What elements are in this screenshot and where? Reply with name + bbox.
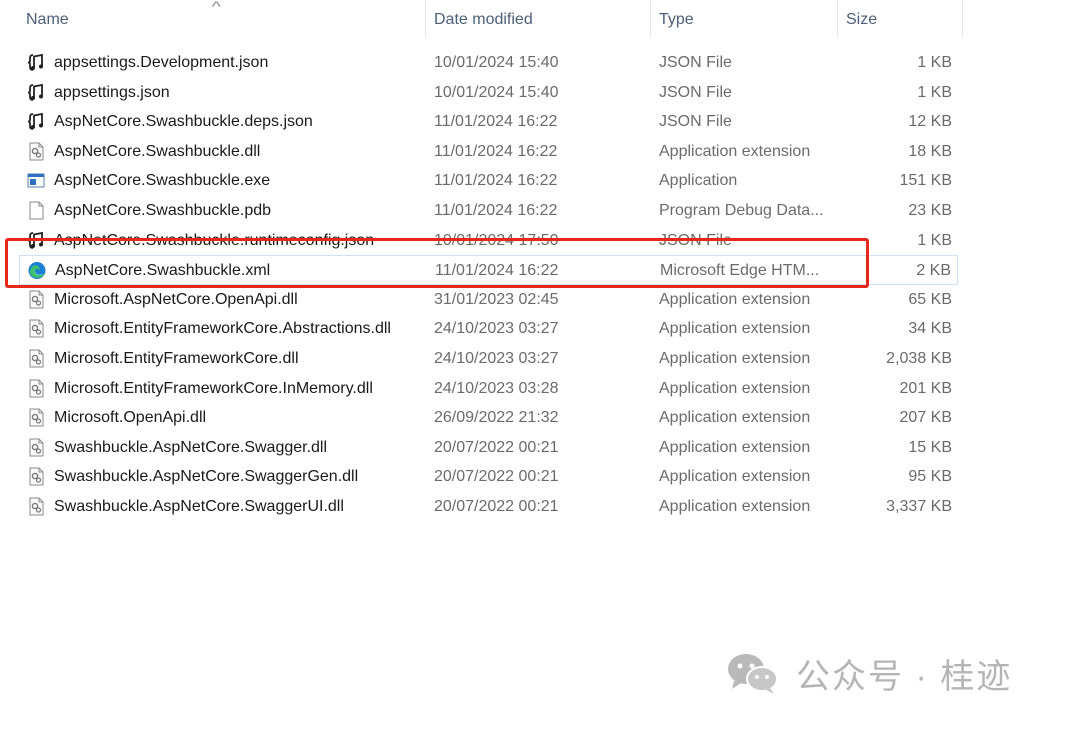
file-row[interactable]: AspNetCore.Swashbuckle.dll 11/01/2024 16:… bbox=[0, 137, 958, 167]
file-row[interactable]: Microsoft.EntityFrameworkCore.Abstractio… bbox=[0, 314, 958, 344]
dll-file-icon bbox=[27, 349, 45, 368]
file-date-modified: 11/01/2024 16:22 bbox=[434, 142, 558, 160]
file-row[interactable]: Swashbuckle.AspNetCore.SwaggerGen.dll 20/… bbox=[0, 462, 958, 492]
file-date-modified: 26/09/2022 21:32 bbox=[434, 409, 559, 427]
file-date-modified: 11/01/2024 16:22 bbox=[434, 202, 558, 219]
file-name: appsettings.Development.json bbox=[54, 54, 269, 71]
file-size: 2 KB bbox=[916, 262, 951, 280]
file-type: Application extension bbox=[659, 320, 811, 338]
file-size: 12 KB bbox=[908, 113, 952, 131]
column-header-type[interactable]: Type bbox=[659, 0, 829, 38]
exe-file-icon bbox=[27, 171, 45, 190]
file-type: Program Debug Data... bbox=[659, 202, 824, 219]
file-row[interactable]: AspNetCore.Swashbuckle.deps.json 11/01/20… bbox=[0, 107, 958, 137]
file-size: 1 KB bbox=[917, 83, 952, 101]
file-size: 95 KB bbox=[908, 468, 952, 486]
file-size: 207 KB bbox=[899, 409, 952, 427]
json-file-icon bbox=[27, 53, 45, 72]
column-divider[interactable] bbox=[650, 0, 651, 38]
file-date-modified: 11/01/2024 16:22 bbox=[434, 172, 558, 190]
column-header-size[interactable]: Size bbox=[846, 0, 956, 38]
dll-file-icon bbox=[27, 438, 45, 457]
file-name: Microsoft.EntityFrameworkCore.InMemory.d… bbox=[54, 379, 373, 397]
file-size: 1 KB bbox=[917, 231, 952, 249]
file-type: Application extension bbox=[659, 379, 811, 397]
dll-file-icon bbox=[27, 319, 45, 338]
file-name: Swashbuckle.AspNetCore.SwaggerGen.dll bbox=[54, 468, 359, 486]
json-file-icon bbox=[27, 83, 45, 102]
red-highlight-annotation bbox=[5, 238, 869, 288]
file-date-modified: 10/01/2024 15:40 bbox=[434, 83, 559, 101]
column-divider[interactable] bbox=[837, 0, 838, 38]
file-date-modified: 31/01/2023 02:45 bbox=[434, 290, 559, 308]
file-row[interactable]: Microsoft.EntityFrameworkCore.InMemory.d… bbox=[0, 374, 958, 404]
file-name: AspNetCore.Swashbuckle.dll bbox=[54, 142, 261, 160]
column-divider[interactable] bbox=[425, 0, 426, 38]
file-type: Application extension bbox=[659, 468, 811, 486]
file-size: 65 KB bbox=[908, 290, 952, 308]
file-size: 15 KB bbox=[908, 438, 952, 456]
file-type: Application extension bbox=[659, 409, 811, 427]
file-name: Microsoft.AspNetCore.OpenApi.dll bbox=[54, 290, 298, 308]
file-size: 23 KB bbox=[908, 202, 952, 219]
file-name: Microsoft.OpenApi.dll bbox=[54, 409, 207, 427]
column-header-date[interactable]: Date modified bbox=[434, 0, 644, 38]
dll-file-icon bbox=[27, 497, 45, 516]
file-name: AspNetCore.Swashbuckle.pdb bbox=[54, 202, 272, 219]
file-name: AspNetCore.Swashbuckle.deps.json bbox=[54, 113, 313, 131]
file-type: JSON File bbox=[659, 83, 732, 101]
file-date-modified: 24/10/2023 03:27 bbox=[434, 350, 559, 367]
file-date-modified: 24/10/2023 03:28 bbox=[434, 379, 559, 397]
file-date-modified: 24/10/2023 03:27 bbox=[434, 320, 559, 338]
wechat-icon bbox=[728, 654, 778, 694]
file-type: JSON File bbox=[659, 113, 732, 131]
file-type: Application extension bbox=[659, 438, 811, 456]
file-size: 1 KB bbox=[917, 54, 952, 71]
watermark: 公众号 · 桂迹 bbox=[726, 648, 1012, 698]
column-divider[interactable] bbox=[962, 0, 963, 38]
file-name: appsettings.json bbox=[54, 83, 170, 101]
dll-file-icon bbox=[27, 379, 45, 398]
file-date-modified: 11/01/2024 16:22 bbox=[434, 113, 558, 131]
file-row[interactable]: Microsoft.OpenApi.dll 26/09/2022 21:32 App… bbox=[0, 403, 958, 433]
dll-file-icon bbox=[27, 408, 45, 427]
file-size: 201 KB bbox=[899, 379, 952, 397]
file-row[interactable]: AspNetCore.Swashbuckle.exe 11/01/2024 16:… bbox=[0, 166, 958, 196]
file-row[interactable]: Swashbuckle.AspNetCore.SwaggerUI.dll 20/0… bbox=[0, 492, 958, 522]
file-row[interactable]: Microsoft.EntityFrameworkCore.dll 24/10/2… bbox=[0, 344, 958, 374]
watermark-text: 公众号 · 桂迹 bbox=[796, 657, 1013, 696]
file-row[interactable]: Microsoft.AspNetCore.OpenApi.dll 31/01/20… bbox=[0, 285, 958, 315]
column-header-bar: ^ Name Date modified Type Size bbox=[0, 0, 963, 38]
file-date-modified: 20/07/2022 00:21 bbox=[434, 468, 559, 486]
dll-file-icon bbox=[27, 290, 45, 309]
file-name: AspNetCore.Swashbuckle.exe bbox=[54, 172, 271, 190]
file-name: Swashbuckle.AspNetCore.SwaggerUI.dll bbox=[54, 498, 344, 515]
file-date-modified: 20/07/2022 00:21 bbox=[434, 438, 559, 456]
file-size: 34 KB bbox=[908, 320, 952, 338]
blank-file-icon bbox=[27, 201, 45, 220]
file-row[interactable]: AspNetCore.Swashbuckle.pdb 11/01/2024 16:… bbox=[0, 196, 958, 226]
file-type: Application extension bbox=[659, 290, 811, 308]
file-row[interactable]: appsettings.json 10/01/2024 15:40 JSON Fil… bbox=[0, 78, 958, 108]
file-type: Application extension bbox=[659, 498, 811, 515]
file-type: Application extension bbox=[659, 142, 811, 160]
json-file-icon bbox=[27, 112, 45, 131]
file-row[interactable]: Swashbuckle.AspNetCore.Swagger.dll 20/07/… bbox=[0, 433, 958, 463]
file-type: Application bbox=[659, 172, 738, 190]
file-size: 2,038 KB bbox=[886, 350, 952, 367]
file-date-modified: 20/07/2022 00:21 bbox=[434, 498, 559, 515]
file-type: Application extension bbox=[659, 350, 811, 367]
dll-file-icon bbox=[27, 142, 45, 161]
file-type: JSON File bbox=[659, 54, 732, 71]
file-date-modified: 10/01/2024 15:40 bbox=[434, 54, 559, 71]
file-name: Swashbuckle.AspNetCore.Swagger.dll bbox=[54, 438, 328, 456]
file-row[interactable]: appsettings.Development.json 10/01/2024 1… bbox=[0, 48, 958, 78]
dll-file-icon bbox=[27, 467, 45, 486]
file-size: 151 KB bbox=[899, 172, 952, 190]
column-header-name[interactable]: Name bbox=[26, 0, 426, 38]
file-name: Microsoft.EntityFrameworkCore.Abstractio… bbox=[54, 320, 391, 338]
file-name: Microsoft.EntityFrameworkCore.dll bbox=[54, 350, 299, 367]
file-size: 3,337 KB bbox=[886, 498, 952, 515]
file-size: 18 KB bbox=[908, 142, 952, 160]
